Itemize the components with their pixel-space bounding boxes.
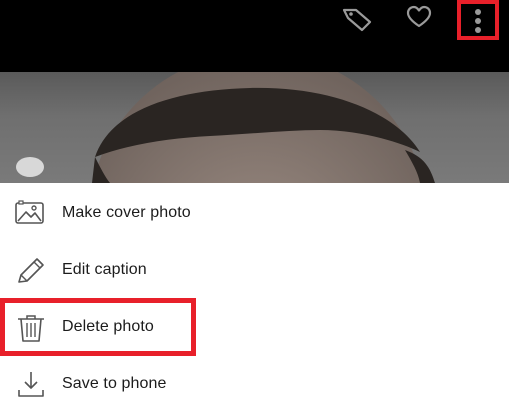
photo-toolbar: [0, 0, 509, 72]
photo-image: [16, 72, 435, 183]
more-options-button[interactable]: [457, 0, 499, 40]
photo-preview: [0, 72, 509, 183]
photo-options-sheet: Make cover photo Edit caption Delete pho…: [0, 183, 509, 405]
more-vertical-icon: [475, 9, 481, 15]
menu-item-label: Make cover photo: [62, 204, 191, 221]
image-icon: [13, 199, 49, 229]
tag-icon[interactable]: [340, 4, 374, 32]
more-dot: [475, 18, 481, 24]
menu-item-delete-photo[interactable]: Delete photo: [0, 300, 509, 357]
pencil-icon: [13, 256, 49, 286]
menu-item-edit-caption[interactable]: Edit caption: [0, 243, 509, 300]
more-dot: [475, 27, 481, 33]
heart-icon[interactable]: [404, 4, 434, 30]
download-icon: [13, 370, 49, 400]
menu-item-label: Save to phone: [62, 375, 167, 392]
menu-item-make-cover-photo[interactable]: Make cover photo: [0, 186, 509, 243]
menu-item-label: Edit caption: [62, 261, 147, 278]
menu-item-label: Delete photo: [62, 318, 154, 335]
trash-icon: [13, 313, 49, 343]
menu-item-save-to-phone[interactable]: Save to phone: [0, 357, 509, 414]
